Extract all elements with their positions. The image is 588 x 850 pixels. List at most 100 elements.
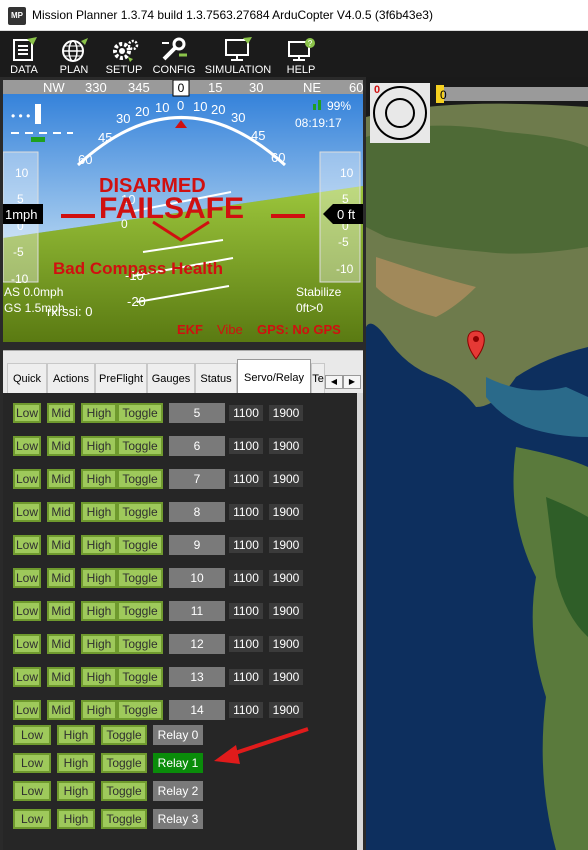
relay-label: Relay 3 [153,809,203,829]
relay-high-button[interactable]: High [57,725,95,745]
tab-preflight[interactable]: PreFlight [95,363,147,394]
tab-telemetry-partial[interactable]: Te [311,363,325,394]
servo-high-button[interactable]: High [81,502,117,522]
panel-scrollbar[interactable] [357,393,363,850]
tab-servo-relay[interactable]: Servo/Relay [237,359,311,394]
servo-low-button[interactable]: Low [13,403,41,423]
servo-low-pwm: 1100 [229,471,263,487]
servo-mid-button[interactable]: Mid [47,601,75,621]
toolbar-setup-button[interactable]: SETUP [102,31,146,77]
servo-low-button[interactable]: Low [13,601,41,621]
servo-toggle-button[interactable]: Toggle [117,403,163,423]
tab-actions[interactable]: Actions [47,363,95,394]
servo-row: Low Mid High Toggle 12 1100 1900 [13,634,343,656]
servo-low-button[interactable]: Low [13,535,41,555]
battery-bar [35,104,41,124]
servo-mid-button[interactable]: Mid [47,535,75,555]
speed-tick-10: 10 [15,166,29,180]
relay-high-button[interactable]: High [57,753,95,773]
servo-high-button[interactable]: High [81,535,117,555]
vibe-indicator[interactable]: Vibe [217,322,243,337]
servo-high-button[interactable]: High [81,568,117,588]
servo-toggle-button[interactable]: Toggle [117,436,163,456]
toolbar-config-button[interactable]: CONFIG [152,31,196,77]
tab-scroll-right-icon[interactable]: ▶ [343,375,361,389]
relay-toggle-button[interactable]: Toggle [101,725,147,745]
servo-mid-button[interactable]: Mid [47,700,75,720]
servo-high-button[interactable]: High [81,700,117,720]
alt-tick-m10: -10 [336,262,354,276]
servo-toggle-button[interactable]: Toggle [117,601,163,621]
servo-toggle-button[interactable]: Toggle [117,469,163,489]
heading-label-30: 30 [249,80,263,95]
tab-gauges[interactable]: Gauges [147,363,195,394]
servo-high-button[interactable]: High [81,403,117,423]
servo-high-button[interactable]: High [81,436,117,456]
data-icon [13,37,37,61]
battery-percent: 99% [327,99,351,113]
servo-mid-button[interactable]: Mid [47,634,75,654]
servo-mid-button[interactable]: Mid [47,436,75,456]
relay-low-button[interactable]: Low [13,725,51,745]
servo-low-button[interactable]: Low [13,634,41,654]
heading-label-60: 60 [349,80,363,95]
heading-label-345: 345 [128,80,150,95]
servo-mid-button[interactable]: Mid [47,667,75,687]
tab-strip: Quick Actions PreFlight Gauges Status Se… [3,350,363,394]
left-panel: NW 330 345 0 15 30 NE 60 60 45 30 20 10 … [0,77,366,850]
relay-row: Low High Toggle Relay 0 [13,725,343,747]
window-title: Mission Planner 1.3.74 build 1.3.7563.27… [32,8,433,22]
airspeed-readout: AS 0.0mph [4,285,63,299]
servo-mid-button[interactable]: Mid [47,469,75,489]
toolbar-plan-button[interactable]: PLAN [54,31,94,77]
toolbar-simulation-button[interactable]: SIMULATION [202,31,274,77]
servo-relay-panel: Low Mid High Toggle 5 1100 1900 Low Mid High Toggl… [3,393,357,850]
relay-toggle-button[interactable]: Toggle [101,809,147,829]
roll-label-l45: 45 [98,130,112,145]
tab-quick[interactable]: Quick [7,363,47,394]
servo-high-button[interactable]: High [81,469,117,489]
servo-toggle-button[interactable]: Toggle [117,535,163,555]
config-wrench-icon [162,37,187,61]
relay-low-button[interactable]: Low [13,753,51,773]
servo-low-pwm: 1100 [229,405,263,421]
relay-low-button[interactable]: Low [13,809,51,829]
servo-high-pwm: 1900 [269,405,303,421]
ekf-indicator[interactable]: EKF [177,322,203,337]
servo-toggle-button[interactable]: Toggle [117,700,163,720]
servo-low-button[interactable]: Low [13,667,41,687]
relay-toggle-button[interactable]: Toggle [101,781,147,801]
relay-label: Relay 2 [153,781,203,801]
servo-toggle-button[interactable]: Toggle [117,568,163,588]
servo-mid-button[interactable]: Mid [47,568,75,588]
servo-mid-button[interactable]: Mid [47,403,75,423]
toolbar-help-button[interactable]: ? HELP [280,31,322,77]
servo-toggle-button[interactable]: Toggle [117,634,163,654]
servo-low-button[interactable]: Low [13,568,41,588]
servo-high-button[interactable]: High [81,634,117,654]
toolbar-data-button[interactable]: DATA [4,31,44,77]
relay-toggle-button[interactable]: Toggle [101,753,147,773]
map-view[interactable]: 0 0 [366,77,588,850]
servo-mid-button[interactable]: Mid [47,502,75,522]
servo-low-button[interactable]: Low [13,502,41,522]
servo-row: Low Mid High Toggle 7 1100 1900 [13,469,343,491]
servo-high-button[interactable]: High [81,601,117,621]
servo-low-button[interactable]: Low [13,469,41,489]
relay-high-button[interactable]: High [57,781,95,801]
servo-toggle-button[interactable]: Toggle [117,667,163,687]
tab-status[interactable]: Status [195,363,237,394]
servo-low-button[interactable]: Low [13,436,41,456]
rssi-readout: rxrssi: 0 [47,304,93,319]
signal-bar-1 [313,104,316,110]
servo-channel-label: 9 [169,535,225,555]
tab-scroll-left-icon[interactable]: ◀ [325,375,343,389]
relay-high-button[interactable]: High [57,809,95,829]
map-zoom-label: 0 [374,84,380,96]
servo-low-button[interactable]: Low [13,700,41,720]
relay-low-button[interactable]: Low [13,781,51,801]
relay-row: Low High Toggle Relay 1 [13,753,343,775]
servo-toggle-button[interactable]: Toggle [117,502,163,522]
servo-channel-label: 12 [169,634,225,654]
servo-high-button[interactable]: High [81,667,117,687]
